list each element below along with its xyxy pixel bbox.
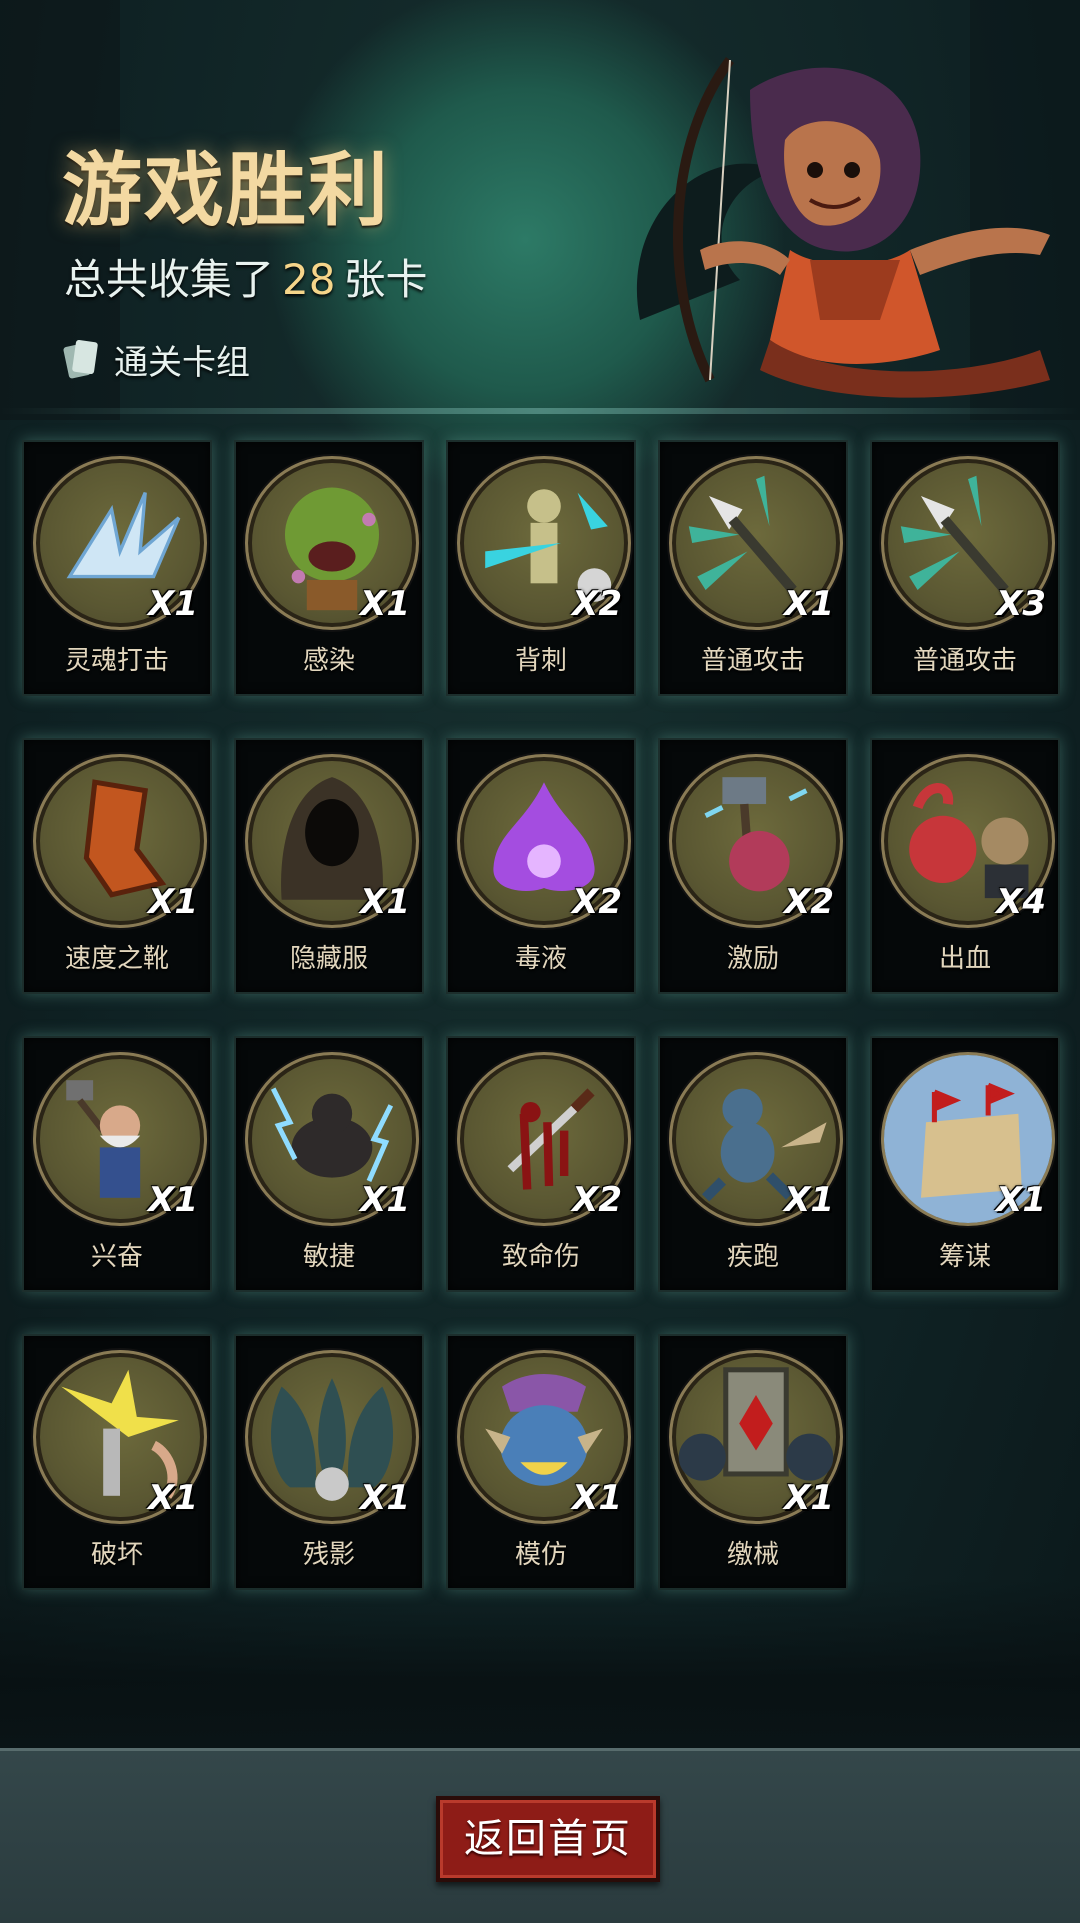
card-count: X1 — [148, 1180, 198, 1220]
card-count: X1 — [148, 584, 198, 624]
card-item[interactable]: X1 灵魂打击 — [22, 440, 212, 696]
card-name: 灵魂打击 — [64, 646, 169, 676]
card-item[interactable]: X1 缴械 — [658, 1334, 848, 1590]
cards-collected-summary: 总共收集了 28 张卡 — [64, 246, 427, 307]
deck-label-text: 通关卡组 — [114, 342, 250, 383]
card-count: X1 — [360, 882, 410, 922]
card-count: X1 — [784, 1180, 834, 1220]
card-collection-grid: X1 灵魂打击 X1 感染 X2 背刺 X1 普通攻击 X3 普通攻击 X1 速… — [22, 440, 1060, 1590]
card-name: 敏捷 — [302, 1242, 355, 1272]
card-name: 兴奋 — [90, 1242, 143, 1272]
card-item[interactable]: X1 模仿 — [446, 1334, 636, 1590]
victory-title: 游戏胜利 — [62, 144, 390, 237]
banner-divider — [0, 408, 1080, 414]
cleared-deck-label: 通关卡组 — [62, 334, 250, 384]
card-item[interactable]: X1 疾跑 — [658, 1036, 848, 1292]
card-name: 致命伤 — [501, 1242, 580, 1272]
return-home-button[interactable]: 返回首页 — [436, 1796, 660, 1882]
card-name: 感染 — [302, 646, 355, 676]
card-item[interactable]: X1 残影 — [234, 1334, 424, 1590]
card-count: X1 — [360, 1180, 410, 1220]
card-count: X4 — [996, 882, 1046, 922]
card-name: 速度之靴 — [64, 944, 169, 974]
card-count: X2 — [784, 882, 834, 922]
card-name: 毒液 — [514, 944, 567, 974]
card-name: 缴械 — [726, 1540, 779, 1570]
card-name: 筹谋 — [938, 1242, 991, 1272]
card-count: X1 — [148, 882, 198, 922]
card-name: 出血 — [938, 944, 991, 974]
card-count: X1 — [572, 1478, 622, 1518]
card-item[interactable]: X2 背刺 — [446, 440, 636, 696]
card-name: 普通攻击 — [700, 646, 805, 676]
card-name: 模仿 — [514, 1540, 567, 1570]
card-item[interactable]: X1 隐藏服 — [234, 738, 424, 994]
card-name: 疾跑 — [726, 1242, 779, 1272]
card-item[interactable]: X1 感染 — [234, 440, 424, 696]
card-name: 破坏 — [90, 1540, 143, 1570]
total-card-count: 28 — [282, 255, 336, 304]
card-name: 激励 — [726, 944, 779, 974]
card-item[interactable]: X1 破坏 — [22, 1334, 212, 1590]
card-item[interactable]: X1 速度之靴 — [22, 738, 212, 994]
card-count: X1 — [148, 1478, 198, 1518]
hooded-archer-hero-illustration — [636, 57, 1050, 398]
summary-suffix: 张卡 — [343, 255, 428, 304]
card-name: 背刺 — [514, 646, 567, 676]
card-name: 残影 — [302, 1540, 355, 1570]
card-count: X1 — [360, 584, 410, 624]
card-count: X1 — [996, 1180, 1046, 1220]
card-item[interactable]: X2 致命伤 — [446, 1036, 636, 1292]
card-count: X2 — [572, 584, 622, 624]
card-item[interactable]: X1 兴奋 — [22, 1036, 212, 1292]
card-count: X3 — [996, 584, 1046, 624]
card-item[interactable]: X2 毒液 — [446, 738, 636, 994]
card-deck-icon — [63, 340, 98, 379]
card-item[interactable]: X1 筹谋 — [870, 1036, 1060, 1292]
card-name: 隐藏服 — [289, 944, 368, 974]
card-count: X2 — [572, 882, 622, 922]
ground-silhouette — [0, 1580, 1080, 1750]
card-item[interactable]: X4 出血 — [870, 738, 1060, 994]
card-count: X2 — [572, 1180, 622, 1220]
card-item[interactable]: X3 普通攻击 — [870, 440, 1060, 696]
summary-prefix: 总共收集了 — [64, 255, 275, 304]
card-item[interactable]: X2 激励 — [658, 738, 848, 994]
card-count: X1 — [360, 1478, 410, 1518]
card-count: X1 — [784, 584, 834, 624]
card-item[interactable]: X1 敏捷 — [234, 1036, 424, 1292]
card-item[interactable]: X1 普通攻击 — [658, 440, 848, 696]
card-name: 普通攻击 — [912, 646, 1017, 676]
card-count: X1 — [784, 1478, 834, 1518]
